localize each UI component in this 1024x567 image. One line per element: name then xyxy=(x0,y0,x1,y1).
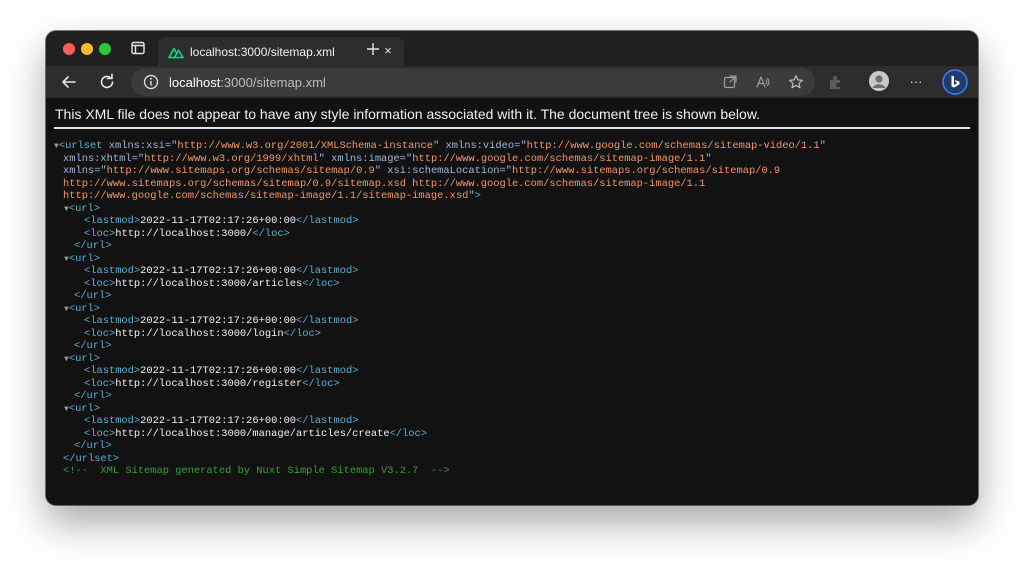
xml-lastmod: <lastmod>2022-11-17T02:17:26+00:00</last… xyxy=(84,215,359,227)
read-aloud-icon[interactable] xyxy=(755,74,771,90)
nuxt-icon xyxy=(168,45,184,59)
xml-loc: <loc>http://localhost:3000/articles</loc… xyxy=(84,277,340,290)
xml-url-close: </url> xyxy=(74,440,112,452)
xml-url-open: ▼<url> xyxy=(64,252,101,265)
xml-url-open: ▼<url> xyxy=(64,302,101,315)
xml-url-close: </url> xyxy=(74,290,112,302)
open-in-app-icon[interactable] xyxy=(722,74,738,90)
xml-root-attrs-line2: xmlns:xhtml="http://www.w3.org/1999/xhtm… xyxy=(63,152,712,165)
xml-lastmod: <lastmod>2022-11-17T02:17:26+00:00</last… xyxy=(84,415,359,427)
bing-copilot-icon[interactable] xyxy=(942,69,968,95)
site-info-icon[interactable] xyxy=(143,74,159,90)
xml-url-close: </url> xyxy=(74,390,112,402)
extensions-puzzle-icon[interactable] xyxy=(826,72,846,92)
xml-style-notice: This XML file does not appear to have an… xyxy=(55,106,761,122)
xml-root-open: ▼<urlset xmlns:xsi="http://www.w3.org/20… xyxy=(54,140,826,152)
maximize-window-button[interactable] xyxy=(99,43,111,55)
xml-root-attrs-line4: http://www.sitemaps.org/schemas/sitemap/… xyxy=(63,177,706,190)
close-window-button[interactable] xyxy=(63,43,75,55)
xml-loc: <loc>http://localhost:3000/login</loc> xyxy=(84,327,322,340)
xml-url-open: ▼<url> xyxy=(64,352,101,365)
xml-loc: <loc>http://localhost:3000/register</loc… xyxy=(84,377,340,390)
xml-lastmod: <lastmod>2022-11-17T02:17:26+00:00</last… xyxy=(84,265,359,277)
url-host: localhost xyxy=(169,75,221,90)
reload-icon[interactable] xyxy=(97,72,117,92)
tab-actions-icon[interactable] xyxy=(130,40,146,56)
xml-url-close: </url> xyxy=(74,340,112,352)
xml-root-close: </urlset> xyxy=(63,452,120,465)
xml-root-attrs-line5: http://www.google.com/schemas/sitemap-im… xyxy=(63,190,481,202)
address-bar[interactable]: localhost:3000/sitemap.xml xyxy=(131,68,815,96)
xml-loc: <loc>http://localhost:3000/manage/articl… xyxy=(84,427,428,440)
xml-lastmod: <lastmod>2022-11-17T02:17:26+00:00</last… xyxy=(84,315,359,327)
xml-comment: <!-- XML Sitemap generated by Nuxt Simpl… xyxy=(63,465,450,477)
back-arrow-icon[interactable] xyxy=(59,72,79,92)
browser-window: localhost:3000/sitemap.xml × localhost:3… xyxy=(46,31,978,505)
xml-url-open: ▼<url> xyxy=(64,202,101,215)
tab-close-button[interactable]: × xyxy=(380,43,396,59)
xml-root-attrs-line3: xmlns="http://www.sitemaps.org/schemas/s… xyxy=(63,165,781,177)
url-path: :3000/sitemap.xml xyxy=(220,75,326,90)
page-content: This XML file does not appear to have an… xyxy=(46,98,978,505)
browser-toolbar: localhost:3000/sitemap.xml ··· xyxy=(46,66,978,98)
xml-url-close: </url> xyxy=(74,240,112,252)
xml-lastmod: <lastmod>2022-11-17T02:17:26+00:00</last… xyxy=(84,365,359,377)
url-text[interactable]: localhost:3000/sitemap.xml xyxy=(169,75,326,90)
profile-avatar[interactable] xyxy=(869,71,889,91)
tab-bar: localhost:3000/sitemap.xml × xyxy=(46,31,978,67)
notice-divider xyxy=(54,127,970,129)
favorite-star-icon[interactable] xyxy=(788,74,804,90)
xml-loc: <loc>http://localhost:3000/</loc> xyxy=(84,227,290,240)
more-menu-button[interactable]: ··· xyxy=(906,72,926,92)
new-tab-button[interactable] xyxy=(364,40,382,58)
tab-title: localhost:3000/sitemap.xml xyxy=(190,45,335,59)
minimize-window-button[interactable] xyxy=(81,43,93,55)
xml-url-open: ▼<url> xyxy=(64,402,101,415)
